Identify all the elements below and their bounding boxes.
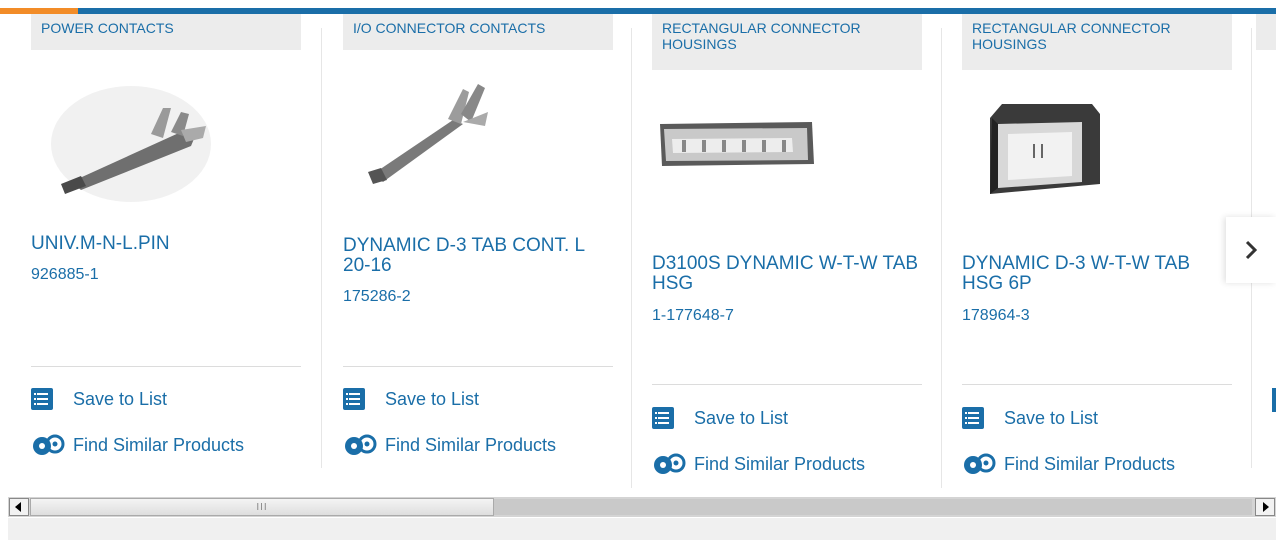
product-card-1: POWER CONTACTS UNIV.M-N-L.PIN 926885-1 S…	[31, 14, 301, 484]
card-divider	[343, 366, 613, 367]
scroll-right-button[interactable]	[1255, 498, 1275, 516]
card-divider	[962, 384, 1232, 385]
save-label: Save to List	[694, 407, 789, 428]
bottom-panel	[8, 518, 1276, 540]
save-to-list-button[interactable]: Save to List	[31, 388, 167, 410]
product-card-2: I/O CONNECTOR CONTACTS DYNAMIC D-3 TAB C…	[343, 14, 613, 484]
category-tag[interactable]: RECTANGULAR CONNECTOR HOUSINGS	[962, 14, 1232, 70]
card-separator	[321, 28, 322, 468]
gears-icon	[964, 453, 996, 474]
category-tag[interactable]: I/O CONNECTOR CONTACTS	[343, 14, 613, 50]
find-similar-button[interactable]: Find Similar Products	[962, 451, 1175, 477]
product-title[interactable]: DYNAMIC D-3 TAB CONT. L 20-16	[343, 236, 613, 276]
product-image[interactable]	[31, 64, 301, 204]
product-image[interactable]	[962, 84, 1232, 224]
category-tag[interactable]: RECTANGULAR CONNECTOR HOUSINGS	[652, 14, 922, 70]
similar-label: Find Similar Products	[73, 434, 245, 455]
next-card-list-icon-sliver	[1272, 388, 1276, 412]
scrollbar-thumb[interactable]: III	[30, 498, 494, 516]
similar-label: Find Similar Products	[385, 434, 557, 455]
gears-icon	[654, 453, 686, 474]
scroll-left-button[interactable]	[9, 498, 29, 516]
product-title[interactable]: DYNAMIC D-3 W-T-W TAB HSG 6P	[962, 254, 1232, 294]
part-number[interactable]: 178964-3	[962, 307, 1030, 325]
save-label: Save to List	[73, 388, 168, 409]
gears-icon	[33, 434, 65, 455]
list-icon	[962, 407, 984, 429]
part-number[interactable]: 1-177648-7	[652, 307, 734, 325]
product-image[interactable]	[343, 64, 613, 204]
product-title[interactable]: UNIV.M-N-L.PIN	[31, 234, 301, 254]
next-card-tag-sliver	[1256, 14, 1276, 50]
part-number[interactable]: 926885-1	[31, 266, 99, 284]
carousel-next-button[interactable]	[1226, 217, 1276, 283]
category-tag[interactable]: POWER CONTACTS	[31, 14, 301, 50]
thumb-grip: III	[256, 501, 268, 513]
list-icon	[652, 407, 674, 429]
card-divider	[31, 366, 301, 367]
find-similar-button[interactable]: Find Similar Products	[343, 432, 556, 458]
save-to-list-button[interactable]: Save to List	[343, 388, 479, 410]
product-card-4: RECTANGULAR CONNECTOR HOUSINGS DYNAMIC D…	[962, 14, 1232, 484]
similar-label: Find Similar Products	[694, 453, 866, 474]
save-to-list-button[interactable]: Save to List	[652, 407, 788, 429]
product-title[interactable]: D3100S DYNAMIC W-T-W TAB HSG	[652, 254, 922, 294]
card-separator	[631, 28, 632, 488]
save-label: Save to List	[1004, 407, 1099, 428]
card-divider	[652, 384, 922, 385]
list-icon	[31, 388, 53, 410]
card-separator	[941, 28, 942, 488]
product-image[interactable]	[652, 84, 922, 224]
similar-label: Find Similar Products	[1004, 453, 1176, 474]
arrow-left-icon	[15, 502, 21, 512]
find-similar-button[interactable]: Find Similar Products	[31, 432, 244, 458]
list-icon	[343, 388, 365, 410]
part-number[interactable]: 175286-2	[343, 288, 411, 306]
arrow-right-icon	[1263, 502, 1269, 512]
find-similar-button[interactable]: Find Similar Products	[652, 451, 865, 477]
gears-icon	[345, 434, 377, 455]
save-label: Save to List	[385, 388, 480, 409]
horizontal-scrollbar[interactable]: III	[8, 497, 1276, 517]
chevron-right-icon	[1245, 240, 1258, 260]
product-card-3: RECTANGULAR CONNECTOR HOUSINGS D3100S DY…	[652, 14, 922, 484]
save-to-list-button[interactable]: Save to List	[962, 407, 1098, 429]
